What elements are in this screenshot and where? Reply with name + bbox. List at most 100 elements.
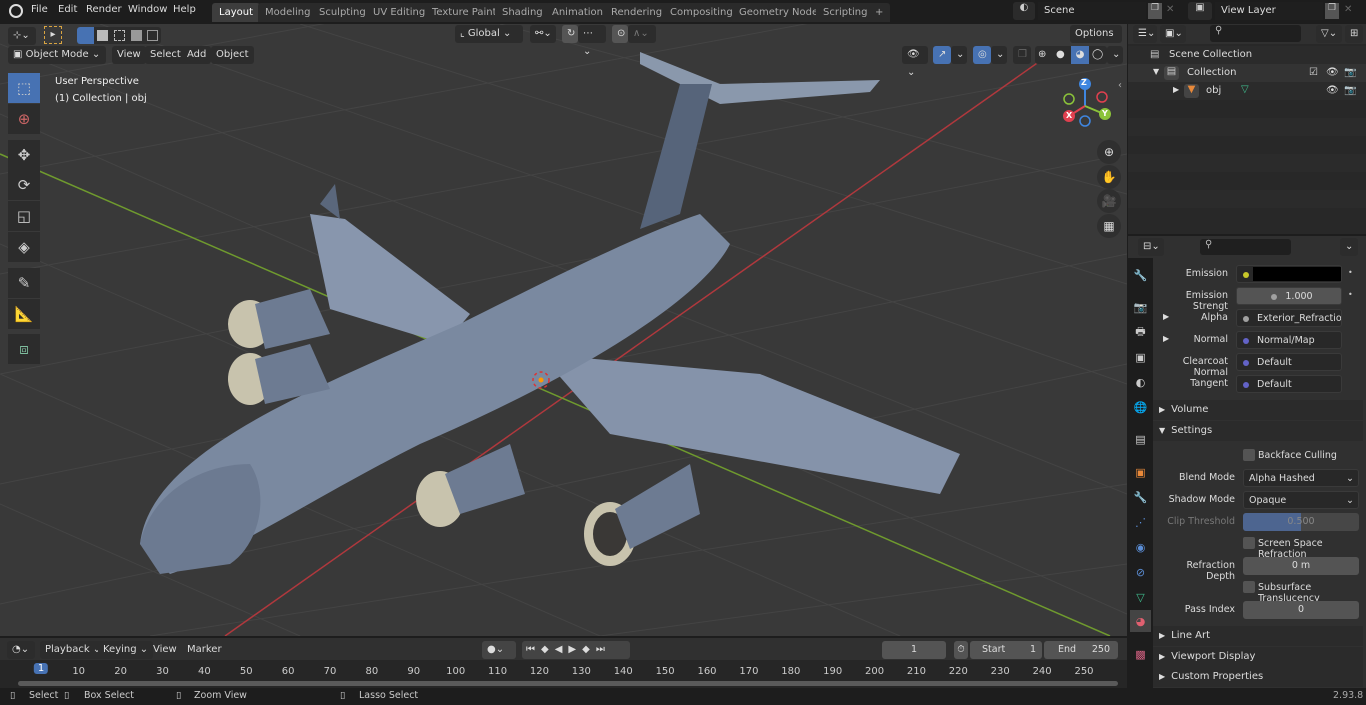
move-tool[interactable]: ✥ bbox=[8, 140, 40, 170]
overlay-dropdown[interactable]: ⌄ bbox=[991, 46, 1007, 64]
keyframe-icon[interactable]: • bbox=[1348, 268, 1353, 277]
view-layer-tab-icon[interactable]: ▣ bbox=[1130, 346, 1151, 368]
socket-icon[interactable] bbox=[1243, 271, 1249, 278]
scene-name-field[interactable]: Scene bbox=[1038, 2, 1146, 20]
collection-visibility-icon[interactable]: 👁 bbox=[1326, 67, 1339, 78]
filter-dropdown[interactable]: ▽⌄ bbox=[1316, 25, 1342, 43]
view-layer-icon[interactable]: ▣ bbox=[1188, 2, 1212, 20]
workspace-tab-rendering[interactable]: Rendering bbox=[604, 3, 670, 22]
texture-tab-icon[interactable]: ▩ bbox=[1130, 643, 1151, 665]
snap-toggle-icon[interactable]: ↻ bbox=[562, 25, 578, 43]
workspace-tab-sculpting[interactable]: Sculpting bbox=[312, 3, 373, 22]
physics-tab-icon[interactable]: ◉ bbox=[1130, 536, 1151, 558]
transform-tool[interactable]: ◈ bbox=[8, 232, 40, 262]
pass-index-field[interactable]: 0 bbox=[1243, 601, 1359, 619]
viewport-display-panel-header[interactable]: ▶ Viewport Display bbox=[1153, 647, 1363, 667]
properties-options-dropdown[interactable]: ⌄ bbox=[1340, 238, 1358, 256]
refraction-depth-field[interactable]: 0 m bbox=[1243, 557, 1359, 575]
delete-view-layer-icon[interactable]: ✕ bbox=[1344, 4, 1352, 15]
socket-icon[interactable] bbox=[1243, 359, 1249, 366]
workspace-tab-scripting[interactable]: Scripting bbox=[816, 3, 875, 22]
custom-properties-panel-header[interactable]: ▶ Custom Properties bbox=[1153, 667, 1363, 687]
object-tab-icon[interactable]: ▣ bbox=[1130, 461, 1151, 483]
timeline-scrollbar[interactable] bbox=[18, 681, 1118, 686]
navigation-gizmo[interactable]: Z X Y bbox=[1058, 76, 1118, 136]
modifier-tab-icon[interactable]: 🔧 bbox=[1130, 486, 1151, 508]
subsurface-translucency-checkbox[interactable] bbox=[1243, 581, 1255, 593]
scene-tab-icon[interactable]: ◐ bbox=[1130, 371, 1151, 393]
collection-exclude-checkbox[interactable]: ☑ bbox=[1309, 67, 1318, 78]
timeline-editor-type-dropdown[interactable]: ◔⌄ bbox=[7, 641, 35, 659]
backface-culling-checkbox[interactable] bbox=[1243, 449, 1255, 461]
end-frame-field[interactable]: End 250 bbox=[1044, 641, 1118, 659]
workspace-tab-compositing[interactable]: Compositing bbox=[663, 3, 740, 22]
select-invert-icon[interactable] bbox=[131, 30, 142, 41]
ortho-toggle-icon[interactable]: ▦ bbox=[1097, 214, 1121, 238]
viewport-menu-select[interactable]: Select bbox=[145, 46, 186, 64]
zoom-view-icon[interactable]: ⊕ bbox=[1097, 140, 1121, 164]
select-intersect-icon[interactable] bbox=[147, 30, 158, 41]
current-frame-field[interactable]: 1 bbox=[882, 641, 946, 659]
timeline-menu-view[interactable]: View bbox=[153, 644, 177, 655]
menu-render[interactable]: Render bbox=[86, 4, 122, 15]
collection-expand-icon[interactable]: ▼ bbox=[1153, 67, 1159, 76]
menu-help[interactable]: Help bbox=[173, 4, 196, 15]
scene-icon[interactable]: ◐ bbox=[1013, 2, 1035, 20]
keying-dropdown[interactable]: Keying ⌄ bbox=[98, 641, 154, 659]
menu-file[interactable]: File bbox=[31, 4, 48, 15]
cursor-tool[interactable]: ⊕ bbox=[8, 104, 40, 134]
sidebar-toggle-icon[interactable]: ‹ bbox=[1118, 80, 1122, 91]
settings-panel-header[interactable]: ▼ Settings bbox=[1153, 421, 1363, 441]
view-layer-field[interactable]: View Layer bbox=[1215, 2, 1323, 20]
options-dropdown[interactable]: Options ⌄ bbox=[1070, 25, 1122, 57]
line-art-panel-header[interactable]: ▶ Line Art bbox=[1153, 626, 1363, 646]
gizmo-toggle-icon[interactable]: ↗ bbox=[933, 46, 951, 64]
world-tab-icon[interactable]: 🌐 bbox=[1130, 396, 1151, 418]
shadow-mode-dropdown[interactable]: Opaque ⌄ bbox=[1243, 491, 1359, 509]
shading-dropdown[interactable]: ⌄ bbox=[1107, 46, 1123, 64]
display-mode-dropdown[interactable]: ☰⌄ bbox=[1133, 25, 1157, 43]
input-field[interactable] bbox=[1236, 265, 1342, 283]
select-box-tool[interactable]: ⬚ bbox=[8, 73, 40, 103]
jump-end-icon[interactable]: ⏭ bbox=[596, 644, 611, 655]
new-view-layer-icon[interactable]: ❐ bbox=[1325, 3, 1339, 19]
proportional-falloff-dropdown[interactable]: ∧⌄ bbox=[628, 25, 656, 43]
outliner-row-obj[interactable]: ▶ ▼ obj ▽ 👁 📷 bbox=[1128, 82, 1366, 100]
start-frame-field[interactable]: Start 1 bbox=[970, 641, 1042, 659]
output-tab-icon[interactable]: 🖶 bbox=[1130, 321, 1151, 343]
input-field[interactable]: Exterior_Refraction_... bbox=[1236, 309, 1342, 327]
select-extend-icon[interactable] bbox=[97, 30, 108, 41]
add-cube-tool[interactable]: ⧈ bbox=[8, 334, 40, 364]
object-mode-dropdown[interactable]: ▣ Object Mode ⌄ bbox=[8, 46, 106, 64]
socket-icon[interactable] bbox=[1243, 315, 1249, 322]
material-tab-icon[interactable]: ◕ bbox=[1130, 610, 1151, 632]
measure-tool[interactable]: 📐 bbox=[8, 299, 40, 329]
pan-view-icon[interactable]: ✋ bbox=[1097, 165, 1121, 189]
collection-tab-icon[interactable]: ▤ bbox=[1130, 428, 1151, 450]
properties-search-input[interactable]: ⚲ bbox=[1200, 239, 1291, 255]
xray-toggle-icon[interactable]: ❐ bbox=[1013, 46, 1031, 64]
new-scene-icon[interactable]: ❐ bbox=[1148, 3, 1162, 19]
solid-shading-icon[interactable]: ● bbox=[1056, 46, 1065, 64]
volume-panel-header[interactable]: ▶ Volume bbox=[1153, 400, 1363, 420]
annotate-tool[interactable]: ✎ bbox=[8, 268, 40, 298]
blend-mode-dropdown[interactable]: Alpha Hashed ⌄ bbox=[1243, 469, 1359, 487]
overlay-toggle-icon[interactable]: ◎ bbox=[973, 46, 991, 64]
outliner-row-collection[interactable]: ▼ ▤ Collection ☑ 👁 📷 bbox=[1128, 64, 1366, 82]
obj-expand-icon[interactable]: ▶ bbox=[1173, 85, 1179, 94]
input-field[interactable]: Normal/Map bbox=[1236, 331, 1342, 349]
timeline-menu-marker[interactable]: Marker bbox=[187, 644, 222, 655]
scale-tool[interactable]: ◱ bbox=[8, 201, 40, 231]
wireframe-shading-icon[interactable]: ⊕ bbox=[1038, 46, 1046, 64]
jump-start-icon[interactable]: ⏮ bbox=[526, 644, 541, 655]
socket-icon[interactable] bbox=[1271, 293, 1278, 300]
workspace-tab-uv-editing[interactable]: UV Editing bbox=[366, 3, 433, 22]
rendered-shading-icon[interactable]: ◯ bbox=[1092, 46, 1103, 64]
viewport-menu-add[interactable]: Add bbox=[182, 46, 212, 64]
transform-orientation-dropdown[interactable]: ⌞ Global ⌄ bbox=[455, 25, 523, 43]
play-icon[interactable]: ▶ bbox=[568, 644, 582, 655]
pivot-point-dropdown[interactable]: ⚯⌄ bbox=[530, 25, 556, 43]
select-subtract-icon[interactable] bbox=[114, 30, 125, 41]
new-collection-icon[interactable]: ⊞ bbox=[1345, 25, 1363, 43]
next-keyframe-icon[interactable]: ◆ bbox=[582, 644, 596, 655]
